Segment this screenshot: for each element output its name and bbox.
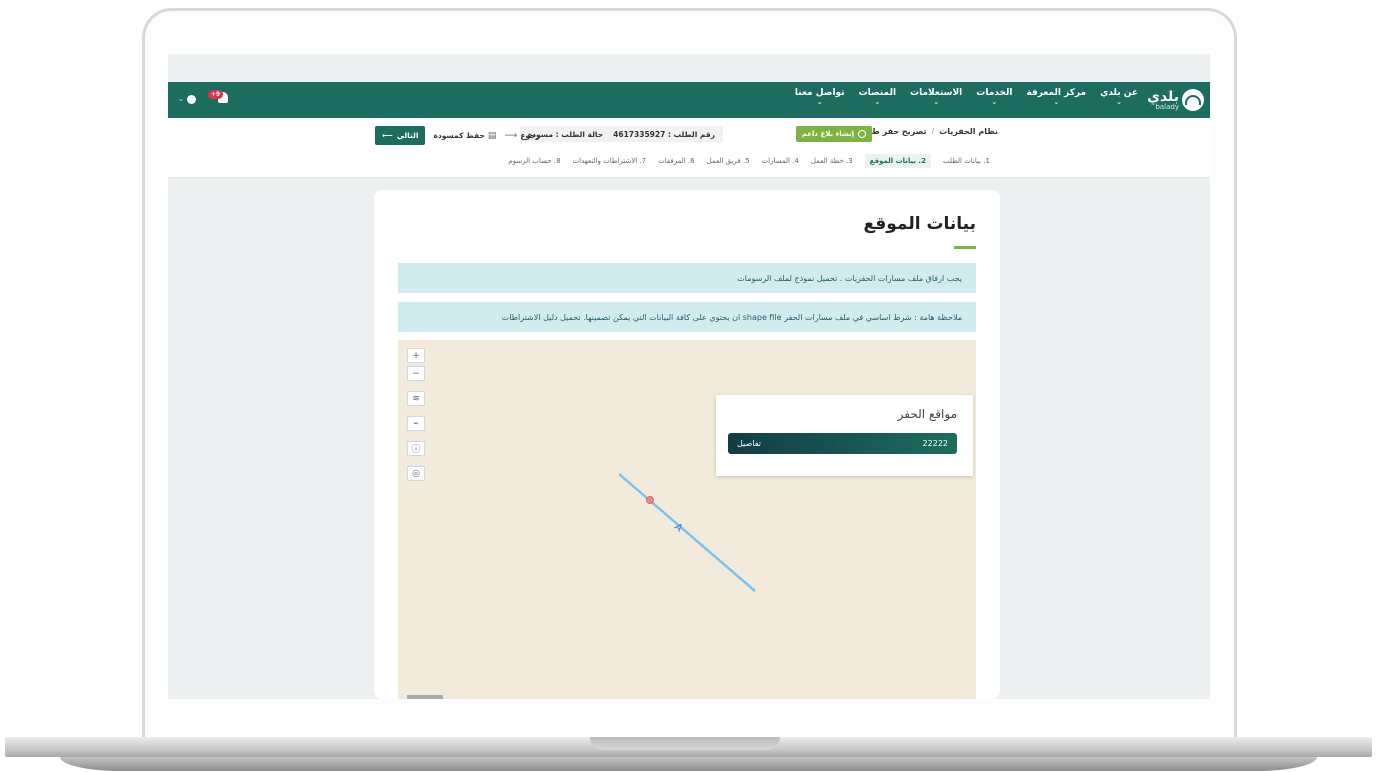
zoom-out-button[interactable]: − <box>407 366 425 381</box>
user-menu[interactable]: ⌄ <box>178 94 196 104</box>
request-info: رقم الطلب : 4617335927 حالة الطلب : مسود… <box>519 126 723 142</box>
logo-english-text: balady <box>1155 102 1179 111</box>
back-label: رجوع <box>520 131 540 140</box>
request-number-label: رقم الطلب : <box>667 129 715 139</box>
page-top-spacer <box>168 54 1210 82</box>
excavation-route[interactable] <box>618 473 756 592</box>
chevron-down-icon: ⌄ <box>816 97 823 106</box>
layers-button[interactable]: ≋ <box>407 391 425 406</box>
excavation-site-item[interactable]: 22222 تفاصيل <box>728 433 957 454</box>
step-attachments[interactable]: 6. المرفقات <box>658 157 695 165</box>
back-button[interactable]: رجوع ⟶ <box>504 131 539 141</box>
user-icon <box>186 94 196 104</box>
chevron-down-icon: ⌄ <box>991 97 998 106</box>
chevron-down-icon: ⌄ <box>874 97 881 106</box>
plus-icon: + <box>412 350 420 361</box>
arrow-left-icon: ⟶ <box>504 130 518 141</box>
notifications-button[interactable]: +9 <box>207 90 228 106</box>
map-controls: + − ≋ ⌁ ⓘ ◎ <box>407 348 425 481</box>
info-icon: ⓘ <box>411 445 421 455</box>
save-icon: ▤ <box>487 130 497 141</box>
site-number: 22222 <box>922 439 948 448</box>
locate-button[interactable]: ◎ <box>407 466 425 481</box>
save-draft-label: حفظ كمسودة <box>433 131 485 140</box>
info-alert-shapefile: ملاحظة هامة : شرط اساسي في ملف مسارات ال… <box>398 302 976 332</box>
attachment-icon: ⌁ <box>413 418 419 429</box>
step-fees[interactable]: 8. حساب الرسوم <box>508 157 560 165</box>
step-conditions[interactable]: 7. الاشتراطات والتعهدات <box>573 157 647 165</box>
step-request-data[interactable]: 1. بيانات الطلب <box>943 157 990 165</box>
laptop-base <box>0 737 1377 772</box>
main-navbar: بلدي balady عن بلدي ⌄ مركز المعرفة ⌄ الخدم… <box>168 82 1210 118</box>
step-routes[interactable]: 4. المسارات <box>762 157 799 165</box>
balady-logo[interactable]: بلدي balady <box>1146 87 1204 113</box>
nav-about[interactable]: عن بلدي ⌄ <box>1100 88 1138 107</box>
request-status-label: حالة الطلب : <box>555 129 604 139</box>
wizard-steps: 1. بيانات الطلب 2. بيانات الموقع 3. خطة … <box>508 154 990 168</box>
popup-title: مواقع الحفر <box>897 407 957 421</box>
nav-menu: عن بلدي ⌄ مركز المعرفة ⌄ الخدمات ⌄ الاستعلا… <box>795 88 1138 107</box>
step-work-team[interactable]: 5. فريق العمل <box>707 157 750 165</box>
chevron-down-icon: ⌄ <box>1053 97 1060 106</box>
request-number: 4617335927 <box>613 129 666 139</box>
nav-inquiries[interactable]: الاستعلامات ⌄ <box>910 88 962 107</box>
title-underline <box>954 246 976 249</box>
request-toolbar: نظام الحفريات / تصريح حفر طارئ / إنشاء ب… <box>168 118 1210 178</box>
info-alert-attachment: يجب ارفاق ملف مسارات الحفريات . تحميل نم… <box>398 263 976 293</box>
create-report-button[interactable]: إنشاء بلاغ داعم <box>795 126 872 142</box>
chevron-down-icon: ⌄ <box>933 97 940 106</box>
next-label: التالي <box>396 131 419 140</box>
step-work-plan[interactable]: 3. خطة العمل <box>811 157 853 165</box>
nav-knowledge-center[interactable]: مركز المعرفة ⌄ <box>1026 88 1086 107</box>
create-report-label: إنشاء بلاغ داعم <box>801 130 854 138</box>
nav-services[interactable]: الخدمات ⌄ <box>976 88 1012 107</box>
nav-user-area: ⌄ +9 <box>178 90 228 106</box>
request-actions: رجوع ⟶ ▤ حفظ كمسودة التالي ⟵ <box>375 126 540 145</box>
next-button[interactable]: التالي ⟵ <box>375 126 426 145</box>
laptop-notch <box>590 737 780 750</box>
save-draft-button[interactable]: ▤ حفظ كمسودة <box>433 131 496 141</box>
map-attribution <box>407 695 443 699</box>
info-button[interactable]: ⓘ <box>407 441 425 456</box>
route-marker[interactable] <box>646 496 654 504</box>
layers-icon: ≋ <box>412 393 420 404</box>
step-location-data[interactable]: 2. بيانات الموقع <box>864 154 931 168</box>
location-card: بيانات الموقع يجب ارفاق ملف مسارات الحفر… <box>374 190 1000 699</box>
breadcrumb-system[interactable]: نظام الحفريات <box>939 127 998 136</box>
notification-badge: +9 <box>207 90 224 99</box>
map-canvas: A <box>618 473 756 592</box>
browser-viewport: بلدي balady عن بلدي ⌄ مركز المعرفة ⌄ الخدم… <box>168 54 1210 699</box>
logo-arabic-text: بلدي <box>1147 88 1179 105</box>
site-details-link[interactable]: تفاصيل <box>737 439 761 448</box>
chevron-down-icon: ⌄ <box>178 95 184 103</box>
attach-button[interactable]: ⌁ <box>407 416 425 431</box>
nav-platforms[interactable]: المنصات ⌄ <box>859 88 896 107</box>
breadcrumb-separator: / <box>931 127 935 136</box>
minus-icon: − <box>412 368 420 379</box>
gear-icon <box>858 130 866 138</box>
arrow-left-icon: ⟵ <box>382 131 393 140</box>
route-label: A <box>672 522 684 535</box>
zoom-in-button[interactable]: + <box>407 348 425 363</box>
page-title: بيانات الموقع <box>863 214 976 234</box>
map-view[interactable]: A + − ≋ ⌁ ⓘ ◎ مواقع الحفر 22222 تفاصيل <box>398 340 976 699</box>
excavation-sites-popup: مواقع الحفر 22222 تفاصيل <box>716 395 973 476</box>
nav-contact[interactable]: تواصل معنا ⌄ <box>795 88 845 107</box>
locate-icon: ◎ <box>412 468 420 479</box>
logo-mark-icon <box>1182 89 1204 111</box>
laptop-base-foot <box>60 757 1317 771</box>
chevron-down-icon: ⌄ <box>1116 97 1122 106</box>
